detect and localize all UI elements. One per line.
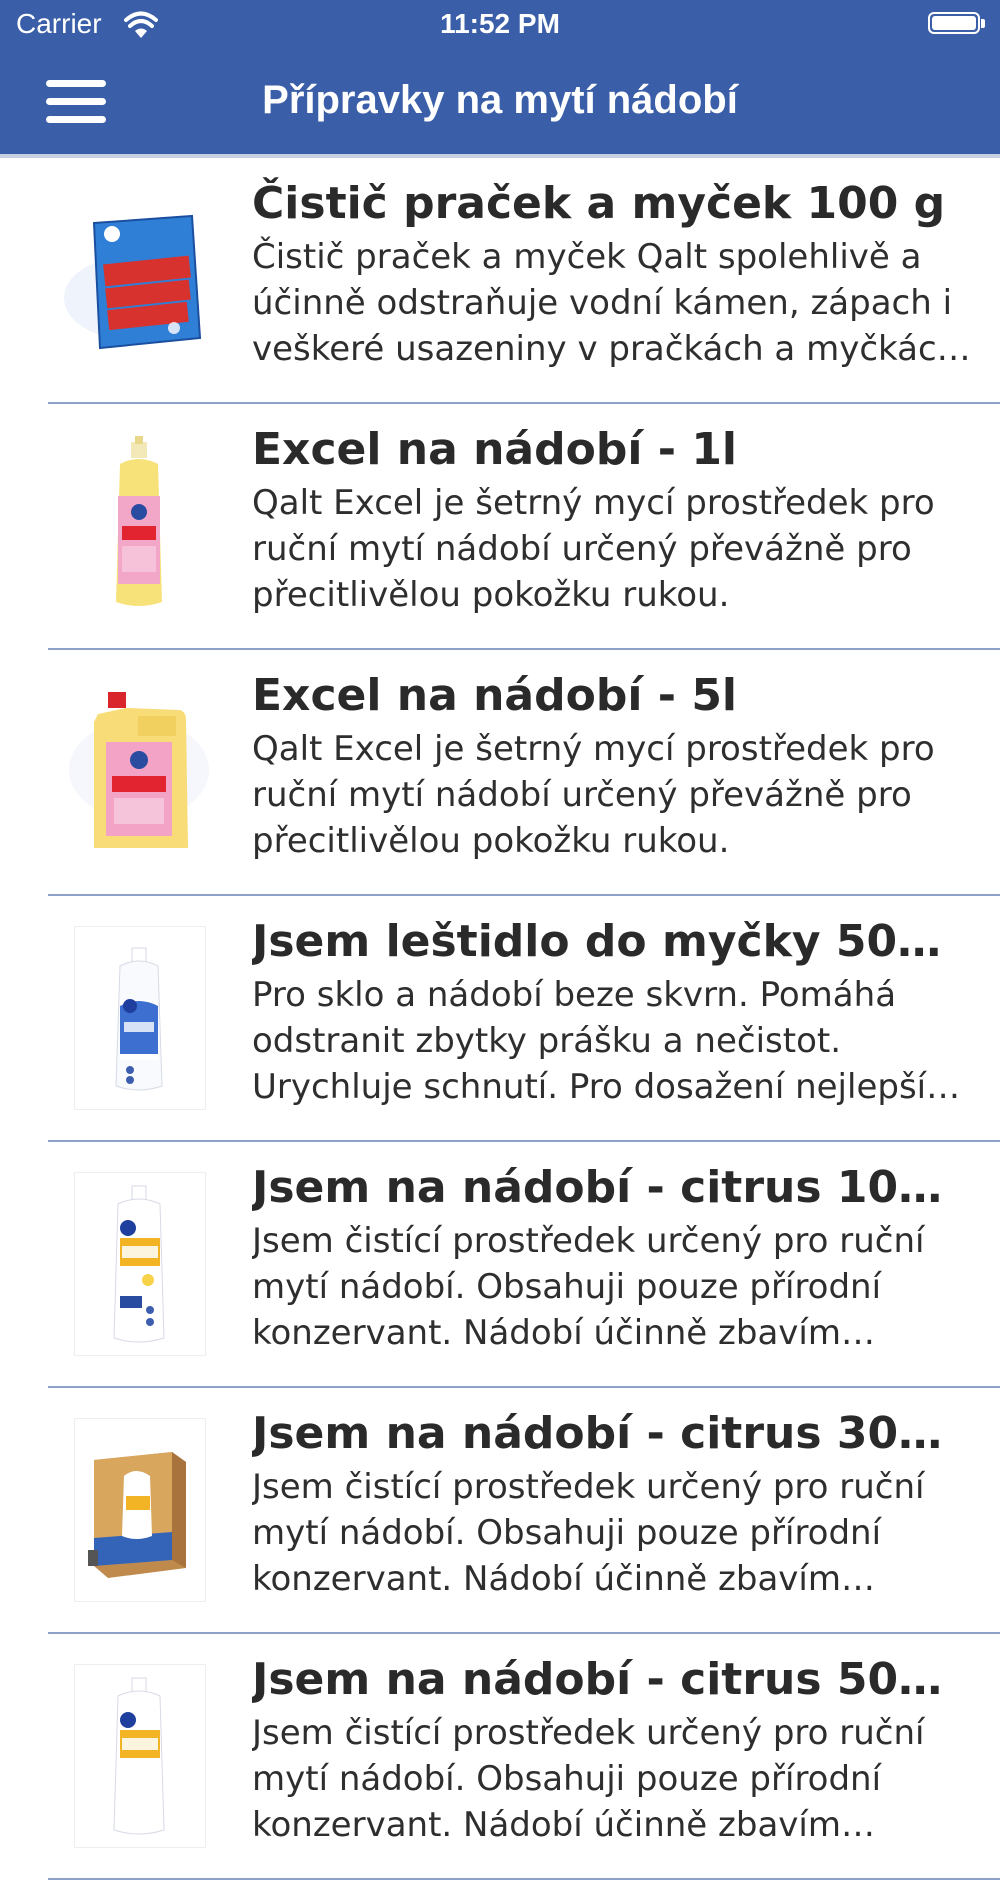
product-title: Jsem na nádobí - citrus 1000ml (252, 1162, 962, 1213)
product-title: Jsem na nádobí - citrus 3000ml (252, 1408, 962, 1459)
product-description: Pro sklo a nádobí beze skvrn. Pomáhá ods… (252, 975, 967, 1107)
battery-icon (928, 12, 986, 36)
product-image (64, 680, 214, 860)
product-title: Excel na nádobí - 1l (252, 424, 738, 475)
product-image (64, 926, 214, 1110)
product-row[interactable]: Čistič praček a myček 100 g Čistič prače… (0, 158, 1000, 404)
product-row[interactable]: Jsem na nádobí - citrus 1000ml Jsem čist… (0, 1142, 1000, 1388)
product-description: Jsem čistící prostředek určený pro ruční… (252, 1221, 925, 1353)
product-description: Jsem čistící prostředek určený pro ruční… (252, 1467, 925, 1599)
product-row[interactable]: Jsem leštidlo do myčky 500ml Pro sklo a … (0, 896, 1000, 1142)
product-description: Qalt Excel je šetrný mycí prostředek pro… (252, 483, 935, 615)
product-row[interactable]: Excel na nádobí - 1l Qalt Excel je šetrn… (0, 404, 1000, 650)
menu-icon-bar (46, 80, 106, 87)
product-row[interactable]: Jsem na nádobí - citrus 500ml Jsem čistí… (0, 1634, 1000, 1880)
menu-icon-bar (46, 116, 106, 123)
product-title: Excel na nádobí - 5l (252, 670, 738, 721)
product-list: Čistič praček a myček 100 g Čistič prače… (0, 158, 1000, 1880)
navigation-header: Carrier 11:52 PM Přípravky na mytí nádob… (0, 0, 1000, 154)
product-title: Jsem leštidlo do myčky 500ml (252, 916, 962, 967)
product-image (64, 1418, 214, 1602)
product-row[interactable]: Jsem na nádobí - citrus 3000ml Jsem čist… (0, 1388, 1000, 1634)
product-image (64, 1172, 214, 1356)
product-description: Čistič praček a myček Qalt spolehlivě a … (252, 237, 959, 369)
product-image (64, 188, 214, 368)
product-image (64, 434, 214, 614)
status-bar: Carrier 11:52 PM (0, 0, 1000, 50)
product-title: Jsem na nádobí - citrus 500ml (252, 1654, 962, 1705)
product-description: Qalt Excel je šetrný mycí prostředek pro… (252, 729, 935, 861)
product-image (64, 1664, 214, 1848)
product-title: Čistič praček a myček 100 g (252, 178, 946, 229)
menu-icon-bar (46, 98, 106, 105)
clock: 11:52 PM (440, 8, 560, 39)
page-title: Přípravky na mytí nádobí (262, 78, 738, 122)
product-description: Jsem čistící prostředek určený pro ruční… (252, 1713, 925, 1845)
product-row[interactable]: Excel na nádobí - 5l Qalt Excel je šetrn… (0, 650, 1000, 896)
hamburger-menu-button[interactable] (46, 78, 108, 124)
